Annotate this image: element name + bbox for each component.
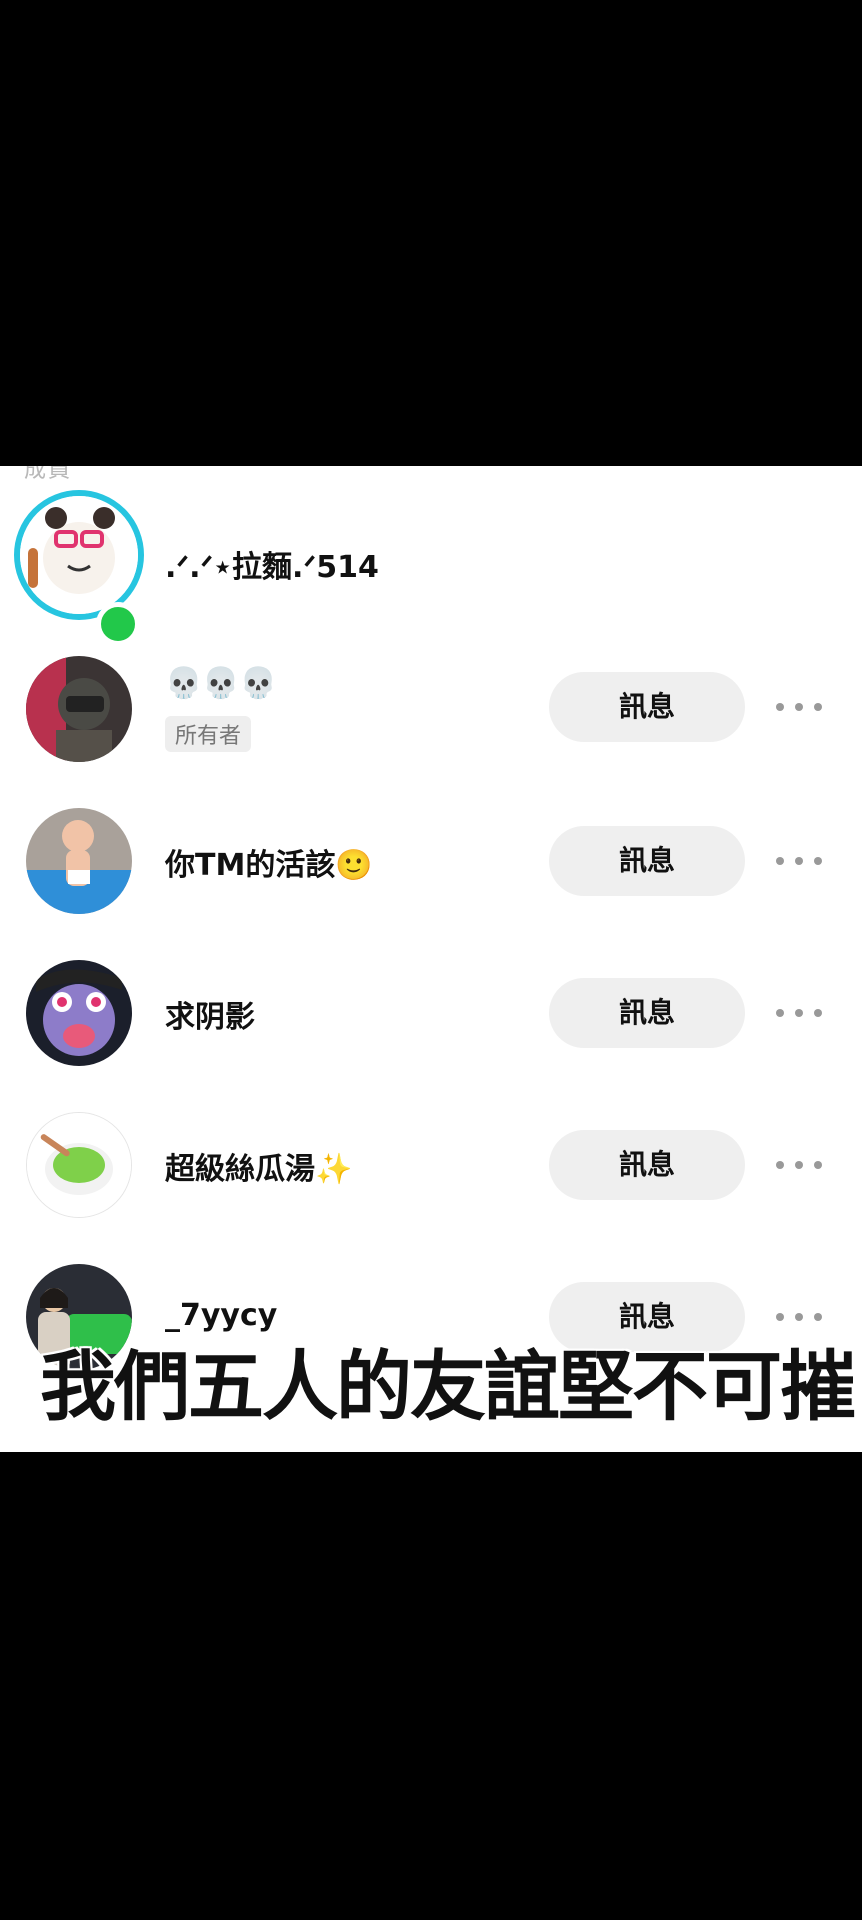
more-options-icon[interactable] <box>776 1003 822 1023</box>
baby-avatar-icon <box>26 808 132 914</box>
member-row[interactable]: 💀💀💀 所有者 訊息 <box>0 656 862 766</box>
online-status-dot <box>96 602 140 646</box>
panda-avatar-icon <box>20 496 138 614</box>
app-frame: 成員 .ᐟ.ᐟ⋆拉麵.ᐟ514 💀💀💀 所有者 訊息 你TM的活該🙂 訊息 求阴… <box>0 0 862 1920</box>
member-name: 求阴影 <box>165 1000 255 1035</box>
more-options-icon[interactable] <box>776 1307 822 1327</box>
message-button[interactable]: 訊息 <box>549 672 745 742</box>
soldier-avatar-icon <box>26 656 132 762</box>
more-options-icon[interactable] <box>776 1155 822 1175</box>
avatar[interactable] <box>26 1112 132 1218</box>
member-row[interactable]: 超級絲瓜湯✨ 訊息 <box>0 1112 862 1222</box>
message-button[interactable]: 訊息 <box>549 826 745 896</box>
member-name: .ᐟ.ᐟ⋆拉麵.ᐟ514 <box>165 550 379 585</box>
avatar[interactable] <box>26 808 132 914</box>
member-name: 超級絲瓜湯✨ <box>165 1152 353 1187</box>
message-button[interactable]: 訊息 <box>549 1130 745 1200</box>
cartoon-avatar-icon <box>26 960 132 1066</box>
message-button[interactable]: 訊息 <box>549 978 745 1048</box>
members-panel: 成員 .ᐟ.ᐟ⋆拉麵.ᐟ514 💀💀💀 所有者 訊息 你TM的活該🙂 訊息 求阴… <box>0 466 862 1452</box>
video-caption: 我們五人的友誼堅不可摧 <box>40 1342 856 1431</box>
soup-bowl-avatar-icon <box>27 1113 131 1217</box>
avatar[interactable] <box>26 960 132 1066</box>
section-header: 成員 <box>24 466 73 483</box>
member-row[interactable]: 你TM的活該🙂 訊息 <box>0 808 862 918</box>
member-name: 你TM的活該🙂 <box>165 848 373 883</box>
member-name: 💀💀💀 <box>165 666 278 701</box>
member-row-owner[interactable]: .ᐟ.ᐟ⋆拉麵.ᐟ514 <box>0 490 862 646</box>
avatar[interactable] <box>14 490 144 620</box>
member-row[interactable]: 求阴影 訊息 <box>0 960 862 1070</box>
more-options-icon[interactable] <box>776 851 822 871</box>
avatar[interactable] <box>26 656 132 762</box>
owner-badge: 所有者 <box>165 716 252 752</box>
more-options-icon[interactable] <box>776 697 822 717</box>
